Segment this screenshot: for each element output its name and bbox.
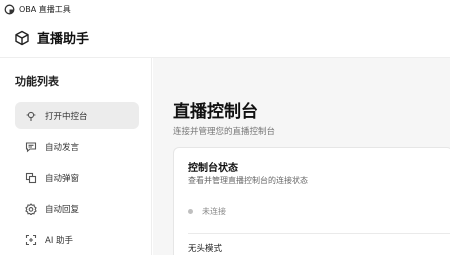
popup-icon (25, 172, 37, 184)
sidebar-item-label: 打开中控台 (45, 111, 88, 122)
console-status-card: 控制台状态 查看并管理直播控制台的连接状态 未连接 无头模式 (173, 147, 450, 255)
sidebar-item-label: 自动发言 (45, 142, 80, 153)
connection-status: 未连接 (188, 206, 226, 217)
sidebar-item-open-console[interactable]: 打开中控台 (15, 102, 139, 129)
chat-icon (25, 141, 37, 153)
pin-icon (25, 110, 37, 122)
status-dot-icon (188, 209, 193, 214)
sidebar-item-label: 自动弹窗 (45, 173, 80, 184)
sidebar-item-label: AI 助手 (45, 235, 74, 246)
main-content: 直播控制台 连接并管理您的直播控制台 控制台状态 查看并管理直播控制台的连接状态… (153, 58, 450, 255)
gear-icon (25, 202, 37, 215)
card-description: 查看并管理直播控制台的连接状态 (188, 176, 308, 185)
page-title: 直播控制台 (173, 102, 258, 122)
app-name: 直播助手 (37, 32, 90, 47)
sidebar: 功能列表 打开中控台 自动发言 自动弹窗 自动回复 AI 助手 (0, 58, 152, 255)
sidebar-item-auto-speak[interactable]: 自动发言 (15, 133, 139, 160)
page-subtitle: 连接并管理您的直播控制台 (173, 127, 276, 137)
sidebar-item-ai-assistant[interactable]: AI 助手 (15, 226, 139, 253)
card-divider (188, 233, 450, 234)
window-titlebar: OBA 直播工具 (0, 0, 450, 18)
ai-icon (25, 234, 37, 246)
card-title: 控制台状态 (188, 163, 238, 174)
app-header: 直播助手 (0, 18, 450, 58)
app-logo-icon (4, 4, 15, 15)
headless-mode-label: 无头模式 (188, 244, 223, 254)
status-text: 未连接 (202, 207, 226, 216)
sidebar-item-auto-popup[interactable]: 自动弹窗 (15, 164, 139, 191)
window-title: OBA 直播工具 (19, 4, 71, 14)
sidebar-item-auto-reply[interactable]: 自动回复 (15, 195, 139, 222)
sidebar-item-label: 自动回复 (45, 204, 80, 215)
sidebar-section-title: 功能列表 (15, 75, 59, 88)
cube-icon (14, 30, 30, 46)
